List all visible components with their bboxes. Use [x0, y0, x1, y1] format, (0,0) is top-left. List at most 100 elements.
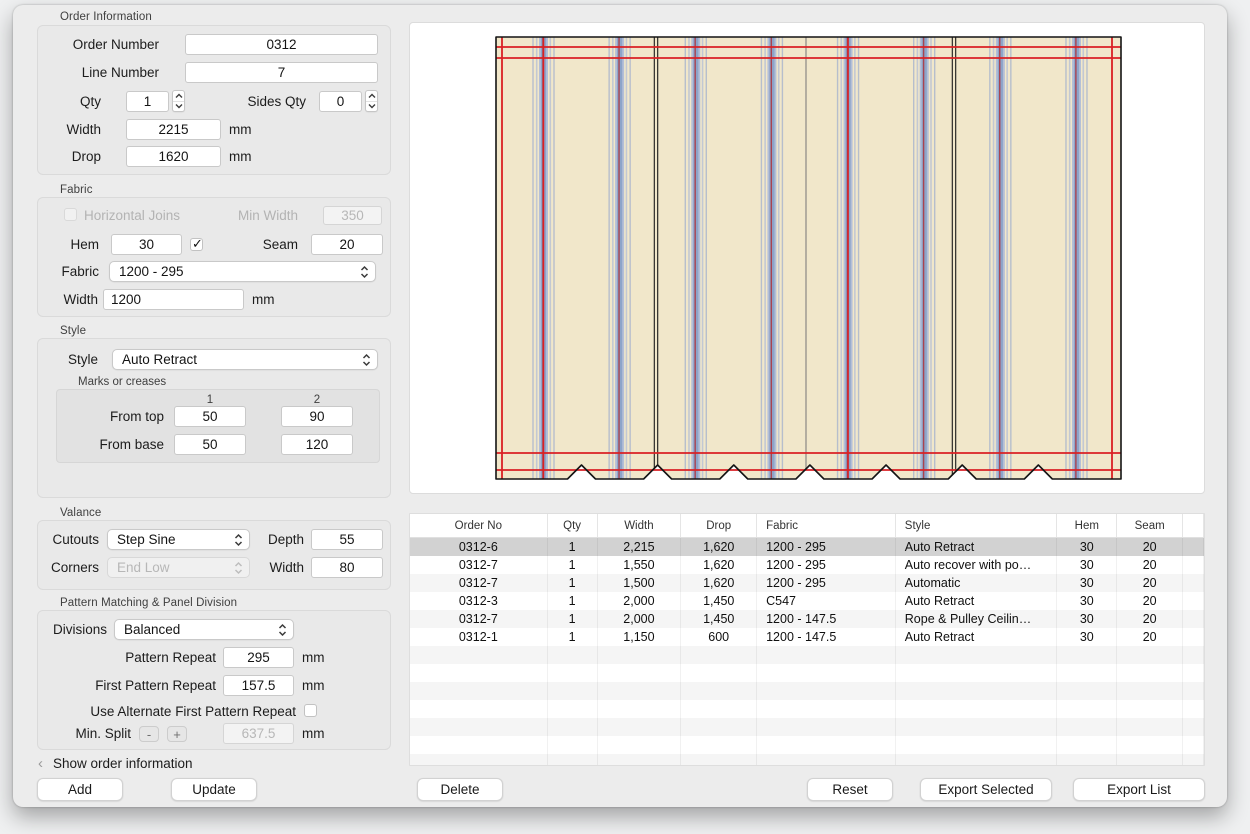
width-field[interactable]: 2215 — [126, 119, 221, 140]
table-row[interactable]: 0312-612,2151,6201200 - 295Auto Retract3… — [410, 538, 1204, 556]
line-number-field[interactable]: 7 — [185, 62, 378, 83]
dropdown-chevrons-icon — [233, 561, 244, 575]
table-header-row: Order NoQtyWidthDropFabricStyleHemSeam — [410, 514, 1204, 538]
column-header-drop[interactable]: Drop — [681, 514, 757, 537]
table-cell — [1057, 754, 1117, 766]
min-split-field[interactable]: 637.5 — [223, 723, 294, 744]
update-button[interactable]: Update — [171, 778, 257, 801]
table-cell: 1,550 — [598, 556, 682, 574]
divisions-label: Divisions — [38, 619, 107, 640]
qty-field[interactable]: 1 — [126, 91, 169, 112]
reset-button[interactable]: Reset — [807, 778, 893, 801]
table-cell: Auto Retract — [896, 592, 1058, 610]
table-cell — [1183, 592, 1204, 610]
table-cell — [1183, 556, 1204, 574]
from-base-label: From base — [57, 434, 164, 455]
use-alternate-checkbox[interactable] — [304, 704, 317, 717]
table-cell — [598, 646, 682, 664]
hem-checkbox[interactable] — [190, 238, 203, 251]
first-pattern-repeat-field[interactable]: 157.5 — [223, 675, 294, 696]
table-row[interactable]: 0312-711,5001,6201200 - 295Automatic3020 — [410, 574, 1204, 592]
table-cell — [548, 700, 598, 718]
table-cell — [757, 664, 896, 682]
pattern-section-title: Pattern Matching & Panel Division — [60, 597, 237, 609]
table-cell: 1,450 — [681, 592, 757, 610]
show-order-information-link[interactable]: ‹Show order information — [38, 755, 193, 772]
table-row[interactable]: 0312-712,0001,4501200 - 147.5Rope & Pull… — [410, 610, 1204, 628]
min-split-decrement-button[interactable]: - — [139, 726, 159, 742]
table-cell — [410, 754, 548, 766]
table-cell: Automatic — [896, 574, 1058, 592]
horizontal-joins-checkbox[interactable] — [64, 208, 77, 221]
table-cell: Rope & Pulley Ceilin… — [896, 610, 1058, 628]
delete-button[interactable]: Delete — [417, 778, 503, 801]
pattern-repeat-field[interactable]: 295 — [223, 647, 294, 668]
min-width-field[interactable]: 350 — [323, 206, 382, 225]
depth-field[interactable]: 55 — [311, 529, 383, 550]
table-cell: 1 — [548, 556, 598, 574]
table-cell — [1183, 574, 1204, 592]
table-cell — [681, 736, 757, 754]
sides-qty-field[interactable]: 0 — [319, 91, 362, 112]
valance-section-title: Valance — [60, 507, 101, 519]
qty-stepper[interactable] — [172, 90, 185, 112]
style-dropdown[interactable]: Auto Retract — [112, 349, 378, 370]
table-cell — [1057, 736, 1117, 754]
sides-qty-stepper[interactable] — [365, 90, 378, 112]
column-header-qty[interactable]: Qty — [548, 514, 598, 537]
table-row[interactable]: 0312-711,5501,6201200 - 295Auto recover … — [410, 556, 1204, 574]
table-cell: 1 — [548, 628, 598, 646]
table-cell: Auto recover with po… — [896, 556, 1058, 574]
fabric-dropdown[interactable]: 1200 - 295 — [109, 261, 376, 282]
column-header-order-no[interactable]: Order No — [410, 514, 548, 537]
table-cell — [1117, 754, 1183, 766]
valance-width-field[interactable]: 80 — [311, 557, 383, 578]
column-header-fabric[interactable]: Fabric — [757, 514, 896, 537]
from-base-2-field[interactable]: 120 — [281, 434, 353, 455]
horizontal-joins-label: Horizontal Joins — [84, 205, 204, 226]
from-base-1-field[interactable]: 50 — [174, 434, 246, 455]
add-button[interactable]: Add — [37, 778, 123, 801]
table-empty-row — [410, 736, 1204, 754]
table-cell — [681, 718, 757, 736]
fabric-width-field[interactable]: 1200 — [103, 289, 244, 310]
table-cell: 20 — [1117, 592, 1183, 610]
table-cell — [757, 754, 896, 766]
table-row[interactable]: 0312-111,1506001200 - 147.5Auto Retract3… — [410, 628, 1204, 646]
table-cell — [1117, 682, 1183, 700]
column-header-hem[interactable]: Hem — [1057, 514, 1117, 537]
table-empty-row — [410, 664, 1204, 682]
table-cell — [410, 664, 548, 682]
table-empty-row — [410, 718, 1204, 736]
cutouts-dropdown[interactable]: Step Sine — [107, 529, 250, 550]
column-header-spacer[interactable] — [1183, 514, 1204, 537]
marks-inner-box: 1 2 From top 50 90 From base 50 120 — [56, 389, 380, 463]
table-cell: 20 — [1117, 538, 1183, 556]
hem-field[interactable]: 30 — [111, 234, 182, 255]
table-cell: 1200 - 295 — [757, 574, 896, 592]
drop-field[interactable]: 1620 — [126, 146, 221, 167]
column-header-style[interactable]: Style — [896, 514, 1058, 537]
first-pattern-repeat-unit: mm — [302, 675, 325, 696]
export-selected-button[interactable]: Export Selected — [920, 778, 1052, 801]
style-label: Style — [38, 349, 98, 370]
export-list-button[interactable]: Export List — [1073, 778, 1205, 801]
table-cell — [681, 646, 757, 664]
seam-field[interactable]: 20 — [311, 234, 383, 255]
table-cell — [896, 700, 1058, 718]
from-top-label: From top — [57, 406, 164, 427]
table-cell: 20 — [1117, 610, 1183, 628]
column-header-seam[interactable]: Seam — [1117, 514, 1183, 537]
column-header-width[interactable]: Width — [598, 514, 682, 537]
corners-dropdown[interactable]: End Low — [107, 557, 250, 578]
table-cell — [1057, 664, 1117, 682]
divisions-dropdown[interactable]: Balanced — [114, 619, 294, 640]
order-number-field[interactable]: 0312 — [185, 34, 378, 55]
order-information-title: Order Information — [60, 11, 152, 23]
table-cell: 1,150 — [598, 628, 682, 646]
from-top-1-field[interactable]: 50 — [174, 406, 246, 427]
from-top-2-field[interactable]: 90 — [281, 406, 353, 427]
table-cell: 30 — [1057, 538, 1117, 556]
table-row[interactable]: 0312-312,0001,450C547Auto Retract3020 — [410, 592, 1204, 610]
min-split-increment-button[interactable]: + — [167, 726, 187, 742]
